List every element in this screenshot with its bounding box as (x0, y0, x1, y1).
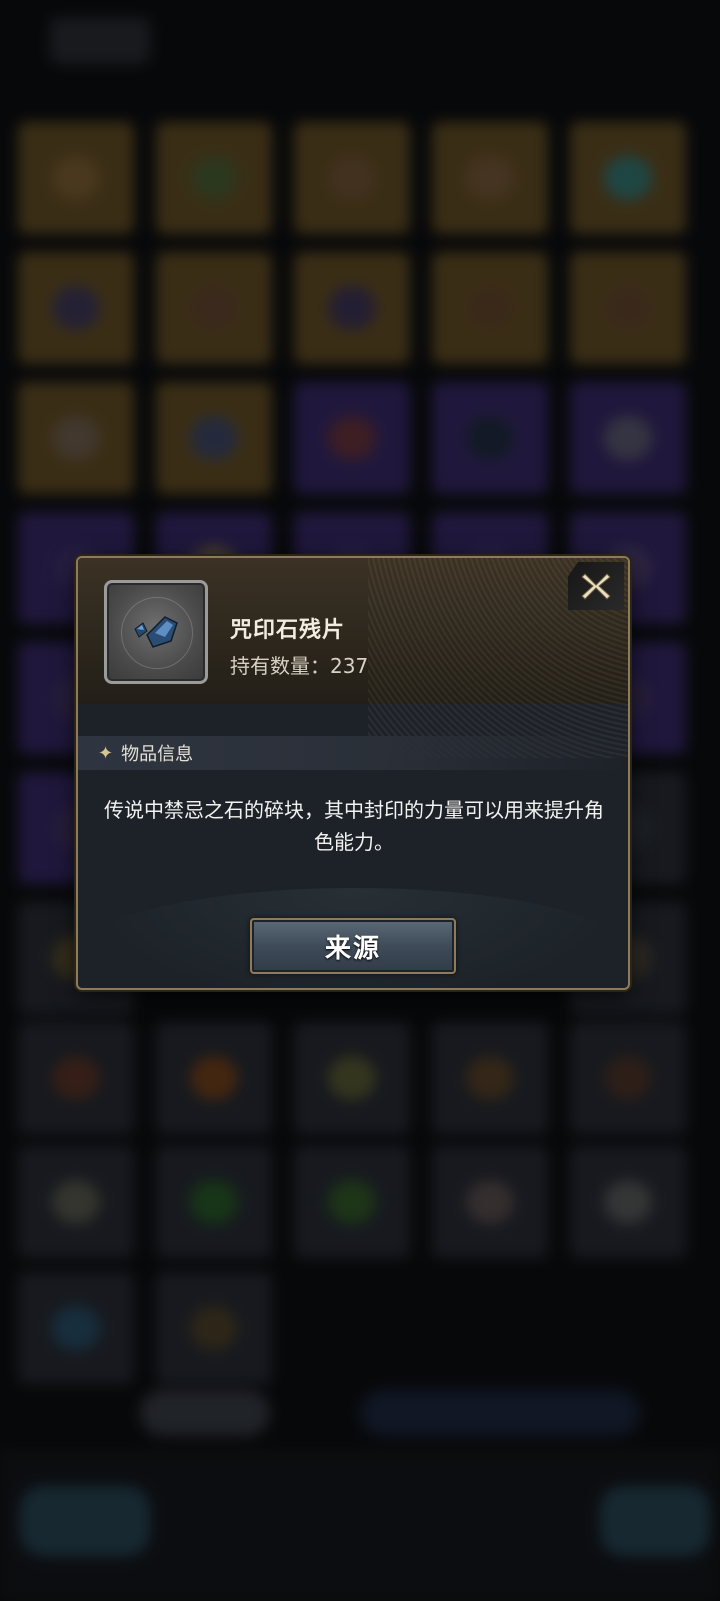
section-label: 物品信息 (121, 744, 194, 765)
source-button-label: 来源 (324, 933, 381, 964)
sparkle-icon: ✦ (98, 742, 114, 764)
source-button[interactable]: 来源 (250, 918, 456, 974)
section-header: ✦ 物品信息 (78, 736, 628, 770)
item-description: 传说中禁忌之石的碎块，其中封印的力量可以用来提升角色能力。 (104, 798, 604, 854)
close-icon (581, 573, 611, 600)
item-icon-frame (104, 580, 208, 684)
close-button[interactable] (568, 562, 624, 610)
item-name: 咒印石残片 (230, 618, 346, 643)
item-info-dialog: 咒印石残片 持有数量：237 ✦ 物品信息 传说中禁忌之石的碎块，其中封印的力量… (76, 556, 630, 990)
item-count: 持有数量：237 (230, 654, 369, 678)
blue-crystal-shard-icon (134, 616, 178, 648)
